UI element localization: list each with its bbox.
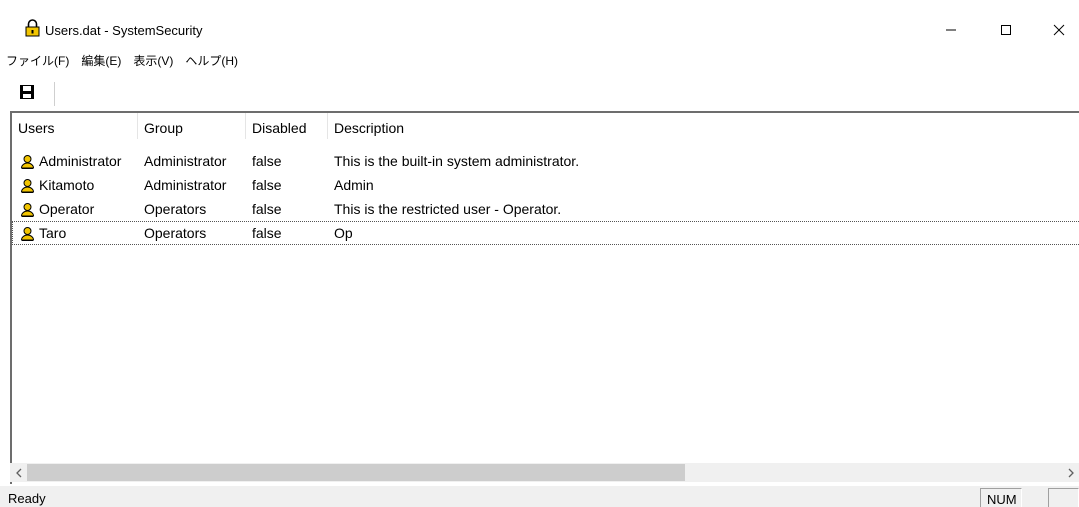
save-button[interactable] <box>18 83 36 101</box>
title-bar: Users.dat - SystemSecurity <box>0 0 1079 47</box>
cell-user: Administrator <box>12 153 138 169</box>
status-text: Ready <box>8 491 46 506</box>
scroll-right-button[interactable] <box>1062 463 1079 482</box>
menu-bar: ファイル(F) 編集(E) 表示(V) ヘルプ(H) <box>0 51 244 71</box>
toolbar <box>0 80 1079 110</box>
user-icon <box>20 226 35 241</box>
user-icon <box>20 178 35 193</box>
chevron-left-icon <box>15 468 21 477</box>
num-lock-label: NUM <box>987 492 1017 507</box>
cell-disabled: false <box>252 225 282 241</box>
floppy-disk-icon <box>20 85 34 99</box>
cell-user: Operator <box>12 201 138 217</box>
table-row[interactable]: Taro Operators false Op <box>12 221 1079 245</box>
column-header-disabled[interactable]: Disabled <box>246 113 328 139</box>
cell-user: Kitamoto <box>12 177 138 193</box>
window-title: Users.dat - SystemSecurity <box>45 23 203 38</box>
user-icon <box>20 154 35 169</box>
table-row[interactable]: Administrator Administrator false This i… <box>12 149 1079 173</box>
cell-description: Op <box>334 225 353 241</box>
menu-file[interactable]: ファイル(F) <box>0 53 75 69</box>
status-bar: Ready NUM <box>0 486 1079 507</box>
scroll-thumb[interactable] <box>27 464 685 481</box>
horizontal-scrollbar[interactable] <box>10 463 1079 482</box>
minimize-button[interactable] <box>928 14 974 46</box>
padlock-icon <box>25 19 40 37</box>
cell-description: Admin <box>334 177 374 193</box>
cell-description: This is the built-in system administrato… <box>334 153 580 169</box>
user-name: Kitamoto <box>39 177 95 193</box>
cell-description: This is the restricted user - Operator. <box>334 201 562 217</box>
user-name: Administrator <box>39 153 122 169</box>
minimize-icon <box>946 29 956 31</box>
list-header: Users Group Disabled Description <box>12 113 1079 139</box>
toolbar-separator <box>54 82 55 106</box>
cell-disabled: false <box>252 177 282 193</box>
table-row[interactable]: Operator Operators false This is the res… <box>12 197 1079 221</box>
scroll-left-button[interactable] <box>10 463 27 482</box>
list-rows: Administrator Administrator false This i… <box>12 149 1079 245</box>
num-lock-indicator: NUM <box>980 488 1022 507</box>
maximize-button[interactable] <box>983 14 1029 46</box>
column-header-description[interactable]: Description <box>328 113 1079 139</box>
cell-disabled: false <box>252 153 282 169</box>
cell-group: Operators <box>144 201 207 217</box>
user-name: Operator <box>39 201 95 217</box>
cell-disabled: false <box>252 201 282 217</box>
cell-group: Administrator <box>144 177 227 193</box>
menu-view[interactable]: 表示(V) <box>127 53 179 69</box>
user-icon <box>20 202 35 217</box>
menu-edit[interactable]: 編集(E) <box>75 53 127 69</box>
chevron-right-icon <box>1068 468 1074 477</box>
close-button[interactable] <box>1036 14 1079 46</box>
menu-help[interactable]: ヘルプ(H) <box>179 53 244 69</box>
close-icon <box>1053 24 1065 36</box>
status-pane <box>1048 488 1079 507</box>
column-header-users[interactable]: Users <box>12 113 138 139</box>
cell-user: Taro <box>12 225 138 241</box>
user-list[interactable]: Users Group Disabled Description Adminis… <box>10 111 1079 484</box>
cell-group: Operators <box>144 225 207 241</box>
cell-group: Administrator <box>144 153 227 169</box>
user-name: Taro <box>39 225 67 241</box>
maximize-icon <box>1001 25 1011 35</box>
table-row[interactable]: Kitamoto Administrator false Admin <box>12 173 1079 197</box>
column-header-group[interactable]: Group <box>138 113 246 139</box>
